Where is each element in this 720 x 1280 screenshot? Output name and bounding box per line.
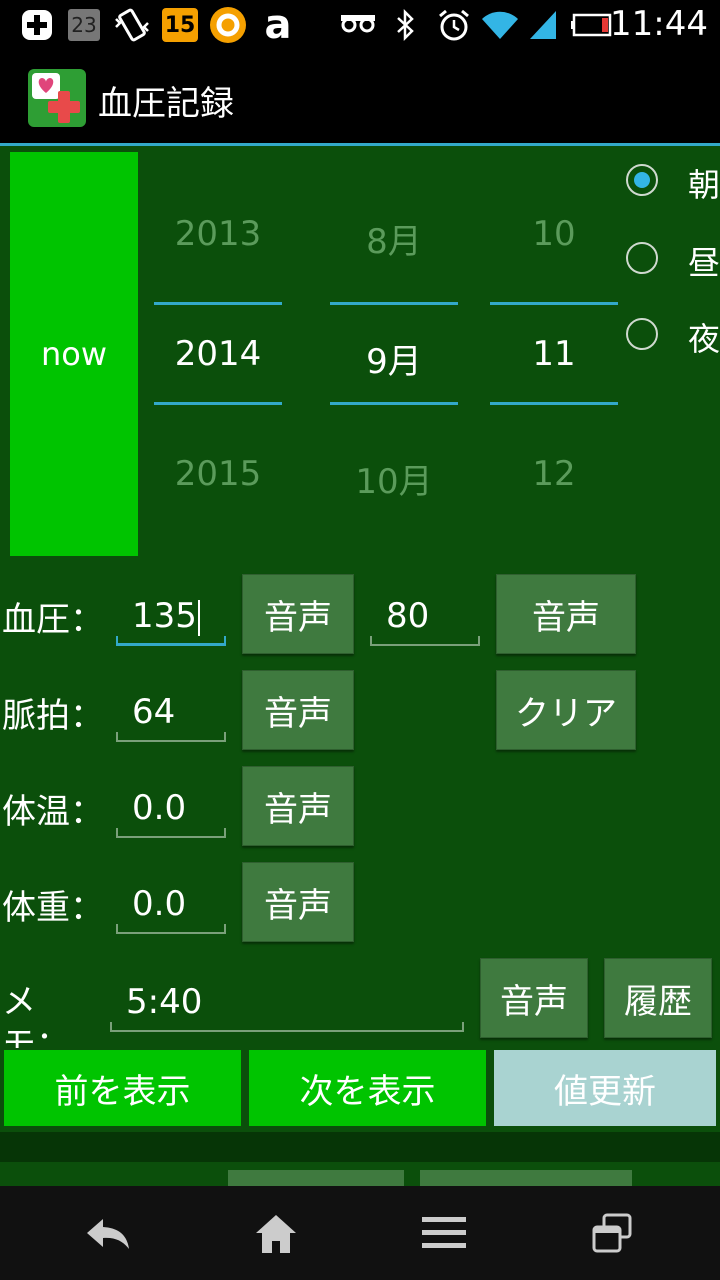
voice-button-systolic[interactable]: 音声 <box>242 574 354 654</box>
year-divider-bottom <box>154 402 282 405</box>
systolic-input[interactable]: 135 <box>116 586 226 646</box>
year-current[interactable]: 2014 <box>154 334 282 374</box>
amazon-text: a <box>264 2 292 48</box>
weight-label: 体重： <box>2 888 104 928</box>
memo-label-line2: モ： <box>2 1024 70 1048</box>
pulse-underline <box>116 732 226 742</box>
main-content: now 2013 2014 2015 8月 9月 10月 10 11 12 朝 … <box>0 146 720 1190</box>
day-prev[interactable]: 10 <box>490 214 618 254</box>
weight-underline <box>116 924 226 934</box>
wifi-icon <box>478 6 522 44</box>
month-current[interactable]: 9月 <box>330 334 458 383</box>
clock-time: 11:44 <box>610 4 708 44</box>
next-button[interactable]: 次を表示 <box>249 1050 486 1126</box>
year-prev[interactable]: 2013 <box>154 214 282 254</box>
badge-icon: 15 <box>160 6 200 44</box>
status-bar: 23 15 a 11:44 <box>0 0 720 50</box>
bp-label: 血圧： <box>2 600 104 640</box>
memo-underline <box>110 1022 464 1032</box>
app-logo-icon <box>28 69 86 127</box>
voicemail-icon <box>338 6 378 44</box>
now-button[interactable]: now <box>10 152 138 556</box>
diastolic-underline <box>370 636 480 646</box>
diastolic-value: 80 <box>386 596 430 636</box>
year-divider-top <box>154 302 282 305</box>
systolic-value: 135 <box>132 596 197 636</box>
vibrate-icon <box>110 6 154 44</box>
ring-icon <box>206 6 250 44</box>
update-button[interactable]: 値更新 <box>494 1050 716 1126</box>
battery-icon <box>570 6 614 44</box>
home-icon[interactable] <box>246 1206 306 1260</box>
text-cursor <box>197 599 200 636</box>
navigation-bar <box>0 1186 720 1280</box>
amazon-icon: a <box>256 2 300 48</box>
radio-morning[interactable] <box>626 164 658 196</box>
day-divider-top <box>490 302 618 305</box>
radio-night[interactable] <box>626 318 658 350</box>
back-icon[interactable] <box>78 1206 138 1260</box>
action-bar: 血圧記録 <box>0 50 720 146</box>
voice-button-diastolic[interactable]: 音声 <box>496 574 636 654</box>
month-next[interactable]: 10月 <box>330 454 458 503</box>
pulse-value: 64 <box>132 692 176 732</box>
temp-value: 0.0 <box>132 788 187 828</box>
radio-morning-label: 朝 <box>688 166 720 204</box>
alarm-icon <box>434 6 474 44</box>
temp-input[interactable]: 0.0 <box>116 778 226 838</box>
day-next[interactable]: 12 <box>490 454 618 494</box>
badge-text: 15 <box>162 8 198 42</box>
app-title: 血圧記録 <box>98 84 234 124</box>
radio-night-label: 夜 <box>688 320 720 358</box>
voice-button-memo[interactable]: 音声 <box>480 958 588 1038</box>
calendar-icon: 23 <box>66 6 102 44</box>
voice-button-temp[interactable]: 音声 <box>242 766 354 846</box>
prev-button[interactable]: 前を表示 <box>4 1050 241 1126</box>
systolic-underline <box>116 636 226 646</box>
pulse-label: 脈拍： <box>2 696 104 736</box>
diastolic-input[interactable]: 80 <box>370 586 480 646</box>
temp-underline <box>116 828 226 838</box>
day-divider-bottom <box>490 402 618 405</box>
voice-button-pulse[interactable]: 音声 <box>242 670 354 750</box>
voice-button-weight[interactable]: 音声 <box>242 862 354 942</box>
radio-noon[interactable] <box>626 242 658 274</box>
menu-icon[interactable] <box>414 1206 474 1260</box>
month-divider-top <box>330 302 458 305</box>
radio-noon-label: 昼 <box>688 244 720 282</box>
temp-label: 体温： <box>2 792 104 832</box>
history-button[interactable]: 履歴 <box>604 958 712 1038</box>
year-next[interactable]: 2015 <box>154 454 282 494</box>
plus-icon <box>18 6 56 44</box>
divider-strip <box>0 1132 720 1162</box>
weight-value: 0.0 <box>132 884 187 924</box>
bluetooth-icon <box>390 6 420 44</box>
month-divider-bottom <box>330 402 458 405</box>
pulse-input[interactable]: 64 <box>116 682 226 742</box>
month-prev[interactable]: 8月 <box>330 214 458 263</box>
recent-apps-icon[interactable] <box>582 1206 642 1260</box>
weight-input[interactable]: 0.0 <box>116 874 226 934</box>
signal-icon <box>526 6 560 44</box>
memo-value: 5:40 <box>126 982 203 1022</box>
day-current[interactable]: 11 <box>490 334 618 374</box>
memo-input[interactable]: 5:40 <box>110 972 464 1032</box>
clear-button[interactable]: クリア <box>496 670 636 750</box>
calendar-date-text: 23 <box>68 9 100 41</box>
